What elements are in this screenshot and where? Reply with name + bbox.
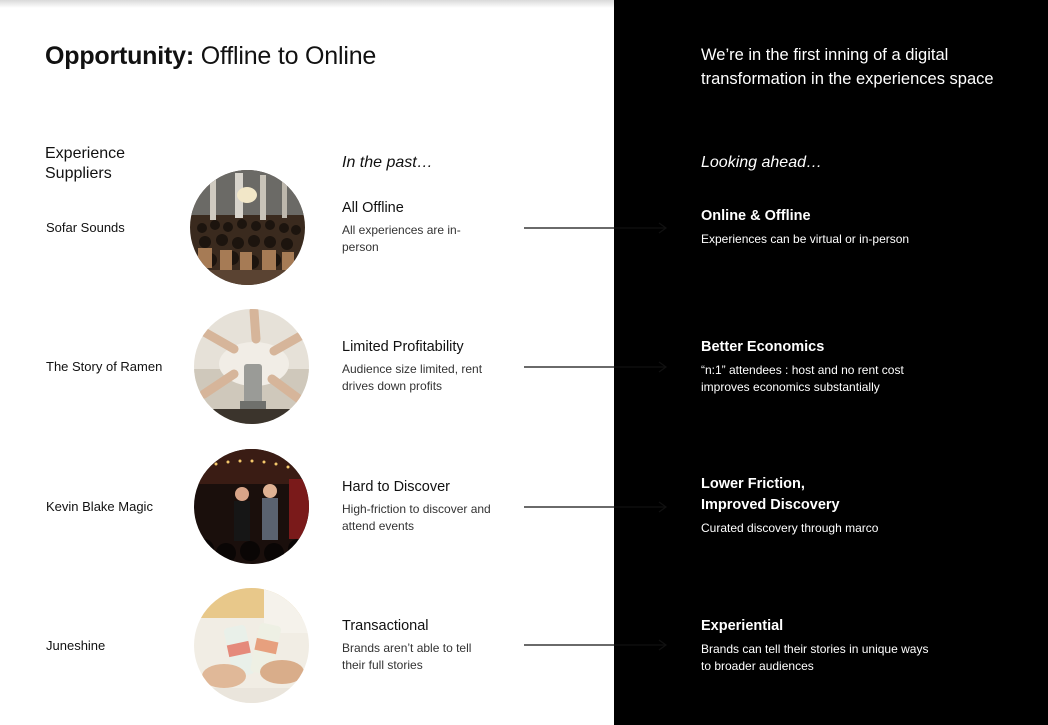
concert-crowd-image xyxy=(190,170,305,285)
ahead-description: Experiences can be virtual or in-person xyxy=(701,232,910,246)
ahead-description: Curated discovery through marco xyxy=(701,521,879,535)
ahead-title: Better Economics xyxy=(701,339,825,355)
past-description: Audience size limited, rent drives down … xyxy=(342,362,483,393)
stage-performance-image xyxy=(194,449,309,564)
top-shadow xyxy=(0,0,614,8)
past-title: All Offline xyxy=(342,200,404,216)
past-description: Brands aren’t able to tell their full st… xyxy=(342,641,472,672)
magic-show-photo xyxy=(194,449,309,564)
supplier-name: Sofar Sounds xyxy=(46,220,125,235)
ahead-description: “n:1” attendees : host and no rent cost … xyxy=(701,363,904,394)
supplier-name: The Story of Ramen xyxy=(46,359,163,374)
juneshine-photo xyxy=(194,588,309,703)
slide-title: Opportunity: Offline to Online xyxy=(45,42,376,71)
ahead-title: Online & Offline xyxy=(701,208,811,224)
table-row: Kevin Blake Magic Hard to Discover High-… xyxy=(0,449,1048,569)
ahead-title: Lower Friction, Improved Discovery xyxy=(701,476,840,513)
ramen-making-image xyxy=(194,309,309,424)
past-description: All experiences are in-person xyxy=(342,223,461,254)
past-title: Limited Profitability xyxy=(342,339,464,355)
past-title: Transactional xyxy=(342,618,429,634)
concert-photo xyxy=(190,170,305,285)
ahead-title: Experiential xyxy=(701,618,784,634)
past-description: High-friction to discover and attend eve… xyxy=(342,502,491,533)
arrow-icon xyxy=(524,501,670,513)
arrow-icon xyxy=(524,222,670,234)
table-row: Sofar Sounds All Offline All experiences… xyxy=(0,170,1048,290)
slide-headline: We’re in the first inning of a digital t… xyxy=(701,46,994,88)
arrow-icon xyxy=(524,639,670,651)
title-bold: Opportunity: xyxy=(45,42,194,70)
arrow-icon xyxy=(524,361,670,373)
ahead-description: Brands can tell their stories in unique … xyxy=(701,642,929,673)
past-title: Hard to Discover xyxy=(342,479,450,495)
title-rest: Offline to Online xyxy=(193,42,377,70)
cans-toast-image xyxy=(194,588,309,703)
table-row: The Story of Ramen Limited Profitability… xyxy=(0,309,1048,429)
ramen-photo xyxy=(194,309,309,424)
table-row: Juneshine Transactional Brands aren’t ab… xyxy=(0,588,1048,708)
supplier-name: Juneshine xyxy=(46,638,106,653)
supplier-name: Kevin Blake Magic xyxy=(46,499,153,514)
